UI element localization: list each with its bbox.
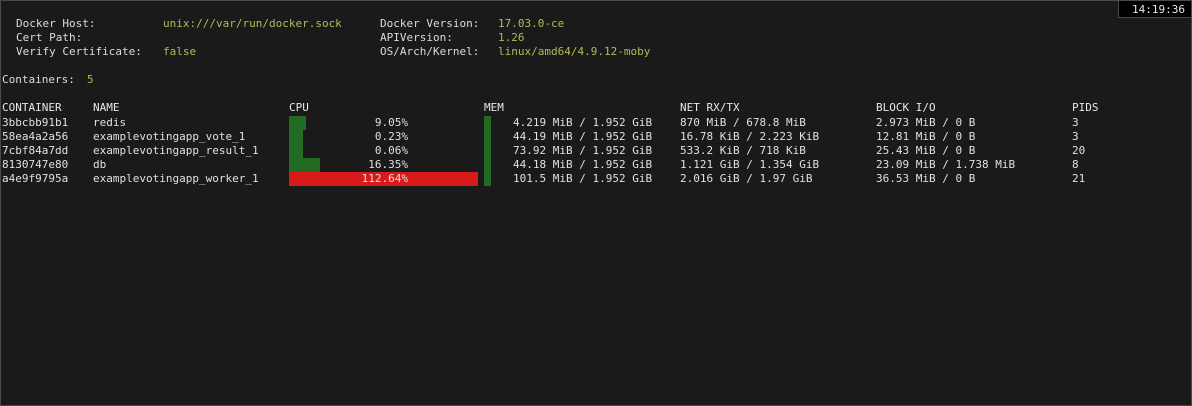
- mem-bar: [484, 158, 494, 172]
- docker-host-value: unix:///var/run/docker.sock: [163, 17, 342, 30]
- container-name: redis: [93, 116, 127, 129]
- pids: 3: [1072, 116, 1079, 129]
- col-pids: PIDS: [1072, 101, 1099, 114]
- container-id: 8130747e80: [2, 158, 69, 171]
- clock-box: 14:19:36: [1118, 1, 1191, 18]
- col-cpu: CPU: [289, 101, 309, 114]
- terminal-window: 14:19:36 Docker Host: unix:///var/run/do…: [0, 0, 1192, 406]
- net-io: 870 MiB / 678.8 MiB: [680, 116, 806, 129]
- block-io: 2.973 MiB / 0 B: [876, 116, 976, 129]
- cpu-percent: 16.35%: [368, 158, 408, 171]
- block-io: 36.53 MiB / 0 B: [876, 172, 976, 185]
- mem-bar-fill: [484, 130, 491, 144]
- col-block: BLOCK I/O: [876, 101, 936, 114]
- container-name: examplevotingapp_worker_1: [93, 172, 259, 185]
- mem-bar-fill: [484, 172, 491, 186]
- mem-usage: 44.19 MiB / 1.952 GiB: [513, 130, 653, 143]
- cpu-bar-fill: [289, 130, 303, 144]
- mem-bar: [484, 172, 494, 186]
- api-version-value: 1.26: [498, 31, 525, 44]
- container-id: 3bbcbb91b1: [2, 116, 69, 129]
- mem-usage: 4.219 MiB / 1.952 GiB: [513, 116, 653, 129]
- os-arch-value: linux/amd64/4.9.12-moby: [498, 45, 651, 58]
- col-name: NAME: [93, 101, 120, 114]
- containers-count: 5: [87, 73, 94, 86]
- container-id: 7cbf84a7dd: [2, 144, 69, 157]
- cpu-bar: 0.06%: [289, 144, 478, 158]
- table-row[interactable]: 8130747e80 db 16.35% 44.18 MiB / 1.952 G…: [1, 158, 1191, 172]
- block-io: 12.81 MiB / 0 B: [876, 130, 976, 143]
- mem-bar-fill: [484, 116, 491, 130]
- docker-host-label: Docker Host:: [16, 17, 96, 30]
- cpu-bar-fill: [289, 144, 303, 158]
- clock: 14:19:36: [1132, 3, 1185, 16]
- pids: 3: [1072, 130, 1079, 143]
- mem-usage: 73.92 MiB / 1.952 GiB: [513, 144, 653, 157]
- container-name: examplevotingapp_vote_1: [93, 130, 246, 143]
- table-row[interactable]: 7cbf84a7dd examplevotingapp_result_1 0.0…: [1, 144, 1191, 158]
- block-io: 23.09 MiB / 1.738 MiB: [876, 158, 1016, 171]
- os-arch-label: OS/Arch/Kernel:: [380, 45, 480, 58]
- mem-bar: [484, 116, 494, 130]
- cpu-percent: 112.64%: [361, 172, 408, 185]
- net-io: 2.016 GiB / 1.97 GiB: [680, 172, 813, 185]
- container-name: examplevotingapp_result_1: [93, 144, 259, 157]
- net-io: 533.2 KiB / 718 KiB: [680, 144, 806, 157]
- mem-bar: [484, 130, 494, 144]
- cpu-bar-fill: [289, 158, 320, 172]
- cpu-bar: 9.05%: [289, 116, 478, 130]
- pids: 21: [1072, 172, 1086, 185]
- docker-version-value: 17.03.0-ce: [498, 17, 565, 30]
- cpu-percent: 9.05%: [374, 116, 408, 129]
- verify-cert-value: false: [163, 45, 197, 58]
- block-io: 25.43 MiB / 0 B: [876, 144, 976, 157]
- cpu-bar: 0.23%: [289, 130, 478, 144]
- net-io: 16.78 KiB / 2.223 KiB: [680, 130, 820, 143]
- table-row[interactable]: a4e9f9795a examplevotingapp_worker_1 112…: [1, 172, 1191, 186]
- mem-usage: 101.5 MiB / 1.952 GiB: [513, 172, 653, 185]
- mem-usage: 44.18 MiB / 1.952 GiB: [513, 158, 653, 171]
- table-row[interactable]: 58ea4a2a56 examplevotingapp_vote_1 0.23%…: [1, 130, 1191, 144]
- mem-bar: [484, 144, 494, 158]
- api-version-label: APIVersion:: [380, 31, 453, 44]
- container-id: a4e9f9795a: [2, 172, 69, 185]
- col-net: NET RX/TX: [680, 101, 740, 114]
- cpu-bar: 112.64%: [289, 172, 478, 186]
- mem-bar-fill: [484, 144, 491, 158]
- cpu-bar: 16.35%: [289, 158, 478, 172]
- mem-bar-fill: [484, 158, 491, 172]
- container-name: db: [93, 158, 107, 171]
- col-container: CONTAINER: [2, 101, 62, 114]
- container-id: 58ea4a2a56: [2, 130, 69, 143]
- containers-label: Containers:: [2, 73, 75, 86]
- table-row[interactable]: 3bbcbb91b1 redis 9.05% 4.219 MiB / 1.952…: [1, 116, 1191, 130]
- pids: 20: [1072, 144, 1086, 157]
- cert-path-label: Cert Path:: [16, 31, 83, 44]
- docker-version-label: Docker Version:: [380, 17, 480, 30]
- cpu-percent: 0.23%: [374, 130, 408, 143]
- verify-cert-label: Verify Certificate:: [16, 45, 142, 58]
- net-io: 1.121 GiB / 1.354 GiB: [680, 158, 820, 171]
- cpu-bar-fill: [289, 116, 307, 130]
- cpu-percent: 0.06%: [374, 144, 408, 157]
- col-mem: MEM: [484, 101, 504, 114]
- pids: 8: [1072, 158, 1079, 171]
